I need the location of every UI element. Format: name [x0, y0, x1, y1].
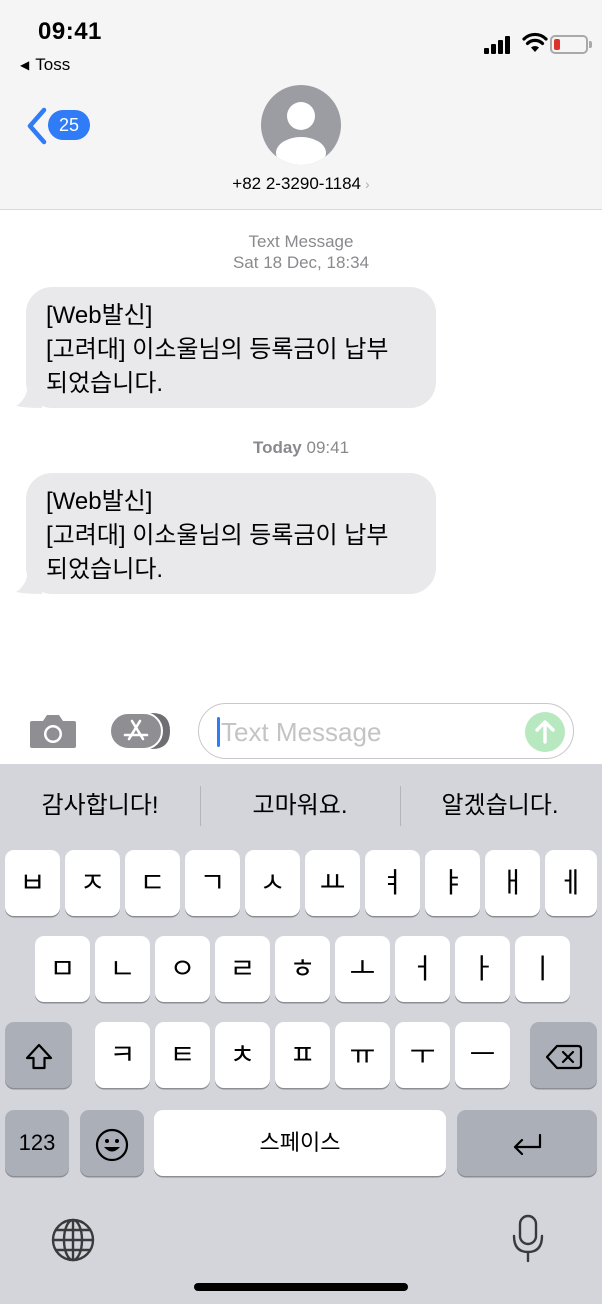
contact-name-button[interactable]: +82 2-3290-1184 › [0, 174, 602, 194]
conversation-header: 09:41 ◀ Toss 25 +82 2-3290-1184 › [0, 0, 602, 210]
message-line: 되었습니다. [46, 556, 164, 583]
key[interactable]: ㅏ [455, 936, 510, 1002]
location-arrow-icon: ◀ [20, 58, 30, 72]
quicktype-suggestions: 감사합니다! 고마워요. 알겠습니다. [0, 764, 602, 848]
arrow-up-icon[interactable] [525, 712, 565, 752]
key[interactable]: ㅇ [155, 936, 210, 1002]
return-arrow-icon [513, 1133, 542, 1155]
key[interactable]: ㅣ [515, 936, 570, 1002]
key[interactable]: ㄴ [95, 936, 150, 1002]
delete-backspace-icon [545, 1044, 582, 1069]
key[interactable]: ㄱ [185, 850, 240, 916]
key[interactable]: ㅐ [485, 850, 540, 916]
key[interactable]: ㅂ [5, 850, 60, 916]
key[interactable]: ㅋ [95, 1022, 150, 1088]
back-app-label: Toss [35, 55, 71, 74]
bubble-tail [16, 572, 42, 594]
key[interactable]: ㅑ [425, 850, 480, 916]
key[interactable]: ㅠ [335, 1022, 390, 1088]
home-indicator[interactable] [194, 1283, 408, 1291]
message-line: [Web발신] [46, 302, 153, 329]
received-message-bubble[interactable]: [Web발신] [고려대] 이소울님의 등록금이 납부 되었습니다. [16, 287, 436, 408]
person-silhouette-icon[interactable] [261, 85, 341, 165]
key[interactable]: ㅓ [395, 936, 450, 1002]
cellular-signal-icon [484, 36, 514, 54]
delete-key[interactable] [530, 1022, 597, 1088]
message-date: Sat 18 Dec, 18:34 [232, 253, 370, 272]
camera-icon[interactable] [28, 712, 78, 750]
message-line: [Web발신] [46, 488, 153, 515]
chevron-right-icon: › [365, 176, 370, 192]
message-line: 되었습니다. [46, 370, 164, 397]
key[interactable]: ㅁ [35, 936, 90, 1002]
key[interactable]: ㅡ [455, 1022, 510, 1088]
message-day: Today [252, 438, 302, 457]
bubble-tail [16, 386, 42, 408]
app-store-icon[interactable] [110, 711, 170, 751]
message-line: [고려대] 이소울님의 등록금이 납부 [46, 522, 389, 549]
space-key[interactable]: 스페이스 [154, 1110, 446, 1176]
key[interactable]: ㅍ [275, 1022, 330, 1088]
key[interactable]: ㅕ [365, 850, 420, 916]
suggestion-item[interactable]: 알겠습니다. [400, 784, 600, 828]
microphone-icon[interactable] [510, 1214, 546, 1264]
message-timestamp: Today 09:41 [0, 437, 602, 458]
back-to-app-link[interactable]: ◀ Toss [20, 55, 70, 75]
contact-number: +82 2-3290-1184 [232, 174, 362, 193]
received-message-bubble[interactable]: [Web발신] [고려대] 이소울님의 등록금이 납부 되었습니다. [16, 473, 436, 594]
key[interactable]: ㅌ [155, 1022, 210, 1088]
globe-icon[interactable] [50, 1217, 96, 1263]
key[interactable]: ㅅ [245, 850, 300, 916]
key[interactable]: ㄷ [125, 850, 180, 916]
message-line: [고려대] 이소울님의 등록금이 납부 [46, 336, 389, 363]
battery-low-icon [550, 35, 592, 54]
key[interactable]: ㅛ [305, 850, 360, 916]
wifi-icon [522, 32, 548, 52]
korean-keyboard: 감사합니다! 고마워요. 알겠습니다. ㅂ ㅈ ㄷ ㄱ ㅅ ㅛ ㅕ ㅑ ㅐ ㅔ … [0, 764, 602, 1304]
shift-key[interactable] [5, 1022, 72, 1088]
return-key[interactable] [457, 1110, 597, 1176]
numbers-key[interactable]: 123 [5, 1110, 69, 1176]
key[interactable]: ㅔ [545, 850, 597, 916]
message-time: 09:41 [306, 438, 350, 457]
emoji-key[interactable] [80, 1110, 144, 1176]
unread-count-badge[interactable]: 25 [48, 110, 90, 140]
status-time: 09:41 [38, 18, 102, 45]
key[interactable]: ㅎ [275, 936, 330, 1002]
shift-icon [25, 1043, 52, 1069]
key[interactable]: ㅈ [65, 850, 120, 916]
message-type-label: Text Message [248, 232, 354, 251]
key[interactable]: ㅊ [215, 1022, 270, 1088]
message-compose-field[interactable] [198, 703, 574, 759]
message-timestamp: Text Message Sat 18 Dec, 18:34 [0, 231, 602, 273]
key[interactable]: ㅗ [335, 936, 390, 1002]
message-input[interactable] [219, 712, 513, 752]
emoji-smile-icon [95, 1128, 129, 1161]
key[interactable]: ㄹ [215, 936, 270, 1002]
suggestion-item[interactable]: 감사합니다! [0, 784, 200, 828]
suggestion-item[interactable]: 고마워요. [200, 784, 400, 828]
key[interactable]: ㅜ [395, 1022, 450, 1088]
